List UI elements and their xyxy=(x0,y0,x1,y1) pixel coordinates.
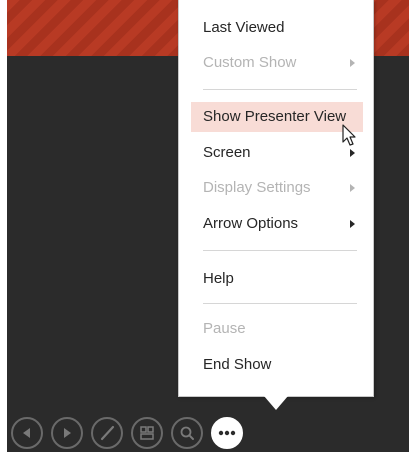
magnifier-icon xyxy=(179,425,195,441)
previous-slide-button[interactable] xyxy=(11,417,43,449)
menu-item-pause: Pause xyxy=(191,314,373,344)
menu-separator xyxy=(203,250,357,251)
menu-pointer-tail xyxy=(264,396,288,410)
pen-icon xyxy=(98,424,116,442)
menu-separator xyxy=(203,89,357,90)
menu-separator xyxy=(203,303,357,304)
mouse-pointer-icon xyxy=(342,124,358,153)
more-dots-icon xyxy=(218,430,236,436)
more-options-menu: Last Viewed Custom Show Show Presenter V… xyxy=(178,0,374,412)
zoom-button[interactable] xyxy=(171,417,203,449)
submenu-arrow-icon xyxy=(350,59,355,67)
menu-item-show-presenter-view[interactable]: Show Presenter View xyxy=(191,102,363,132)
slideshow-toolbar xyxy=(11,416,251,450)
more-options-button[interactable] xyxy=(211,417,243,449)
menu-item-label: Last Viewed xyxy=(203,19,285,36)
arrow-right-icon xyxy=(60,426,74,440)
menu-item-label: End Show xyxy=(203,356,272,373)
menu-item-label: Show Presenter View xyxy=(203,108,347,125)
slides-grid-icon xyxy=(139,425,155,441)
menu-item-display-settings: Display Settings xyxy=(191,173,373,203)
pen-tool-button[interactable] xyxy=(91,417,123,449)
menu-item-label: Help xyxy=(203,270,234,287)
submenu-arrow-icon xyxy=(350,220,355,228)
see-all-slides-button[interactable] xyxy=(131,417,163,449)
submenu-arrow-icon xyxy=(350,184,355,192)
menu-item-help[interactable]: Help xyxy=(191,264,373,294)
menu-item-label: Screen xyxy=(203,144,251,161)
menu-item-label: Pause xyxy=(203,320,246,337)
arrow-left-icon xyxy=(20,426,34,440)
next-slide-button[interactable] xyxy=(51,417,83,449)
menu-item-last-viewed[interactable]: Last Viewed xyxy=(191,13,373,43)
menu-item-custom-show: Custom Show xyxy=(191,48,373,78)
menu-item-label: Arrow Options xyxy=(203,215,299,232)
menu-item-label: Display Settings xyxy=(203,179,311,196)
context-menu-panel: Last Viewed Custom Show Show Presenter V… xyxy=(178,0,374,397)
menu-item-end-show[interactable]: End Show xyxy=(191,350,373,380)
menu-item-arrow-options[interactable]: Arrow Options xyxy=(191,209,373,239)
menu-item-label: Custom Show xyxy=(203,54,297,71)
